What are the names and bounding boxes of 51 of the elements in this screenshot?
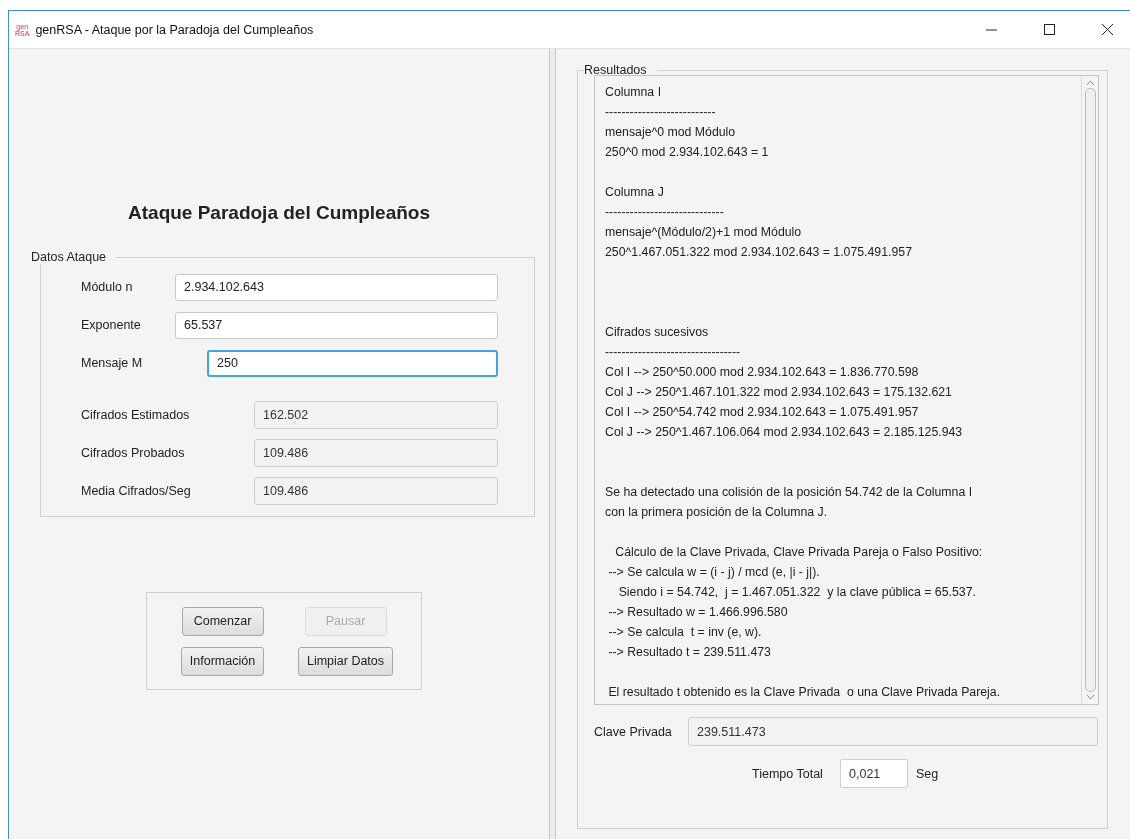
- log-line: Columna J: [605, 184, 665, 201]
- log-line: con la primera posición de la Columna J.: [605, 504, 829, 521]
- action-button[interactable]: Información: [180, 646, 265, 676]
- log-line: --> Resultado t = 239.511.473: [607, 644, 772, 661]
- field-label: Mensaje M: [81, 356, 144, 370]
- results-textarea[interactable]: [594, 75, 1099, 705]
- output-field: 239.511.473: [688, 717, 1098, 746]
- scroll-up-icon[interactable]: [1085, 80, 1095, 86]
- log-line: Col I --> 250^50.000 mod 2.934.102.643 = 1.836.770.598: [605, 364, 920, 381]
- field-label: Tiempo Total: [752, 766, 824, 781]
- log-line: --> Se calcula w = (i - j) / mcd (e, |i - j|).: [607, 564, 821, 581]
- input-field[interactable]: 65.537: [175, 311, 498, 339]
- log-line: Cálculo de la Clave Privada, Clave Privada Pareja o Falso Positivo:: [614, 544, 984, 561]
- output-field: 162.502: [254, 401, 498, 429]
- input-field[interactable]: 250: [207, 349, 498, 377]
- log-line: Col I --> 250^54.742 mod 2.934.102.643 = 1.075.491.957: [605, 404, 920, 421]
- field-label: Cifrados Estimados: [81, 408, 191, 422]
- scrollbar[interactable]: [1081, 76, 1098, 704]
- log-line: mensaje^0 mod Módulo: [605, 124, 737, 141]
- scroll-down-icon[interactable]: [1085, 694, 1095, 700]
- log-line: 250^0 mod 2.934.102.643 = 1: [605, 144, 770, 161]
- time-field: 0,021: [840, 759, 908, 788]
- log-line: ---------------------------------: [605, 344, 742, 361]
- field-label: Módulo n: [81, 280, 134, 294]
- field-label: Media Cifrados/Seg: [81, 484, 192, 498]
- log-line: El resultado t obtenido es la Clave Privada o una Clave Privada Pareja.: [607, 684, 1002, 701]
- unit-label: Seg: [916, 766, 940, 781]
- window-title: genRSA - Ataque por la Paradoja del Cumpleaños: [35, 22, 315, 37]
- maximize-icon: [1043, 24, 1055, 35]
- log-line: Col J --> 250^1.467.101.322 mod 2.934.102.643 = 175.132.621: [605, 384, 953, 401]
- log-line: Se ha detectado una colisión de la posición 54.742 de la Columna I: [605, 484, 974, 501]
- log-line: mensaje^(Módulo/2)+1 mod Módulo: [605, 224, 803, 241]
- log-line: -----------------------------: [605, 204, 725, 221]
- action-button[interactable]: Limpiar Datos: [297, 646, 394, 676]
- log-line: ---------------------------: [605, 104, 717, 121]
- action-button[interactable]: Comenzar: [181, 606, 264, 636]
- attack-heading: Ataque Paradoja del Cumpleaños: [127, 202, 431, 224]
- field-label: Clave Privada: [594, 724, 673, 739]
- output-field: 109.486: [254, 477, 498, 505]
- log-line: Col J --> 250^1.467.106.064 mod 2.934.102.643 = 2.185.125.943: [605, 424, 964, 441]
- field-label: Exponente: [81, 318, 142, 332]
- log-line: --> Resultado w = 1.466.996.580: [607, 604, 789, 621]
- log-line: Columna I: [605, 84, 663, 101]
- input-field[interactable]: 2.934.102.643: [175, 273, 498, 301]
- log-line: --> Se calcula t = inv (e, w).: [607, 624, 763, 641]
- log-line: Siendo i = 54.742, j = 1.467.051.322 y la clave pública = 65.537.: [617, 584, 977, 601]
- output-field: 109.486: [254, 439, 498, 467]
- close-icon: [1101, 24, 1113, 35]
- log-line: 250^1.467.051.322 mod 2.934.102.643 = 1.075.491.957: [605, 244, 913, 261]
- log-line: Cifrados sucesivos: [605, 324, 710, 341]
- field-label: Cifrados Probados: [81, 446, 186, 460]
